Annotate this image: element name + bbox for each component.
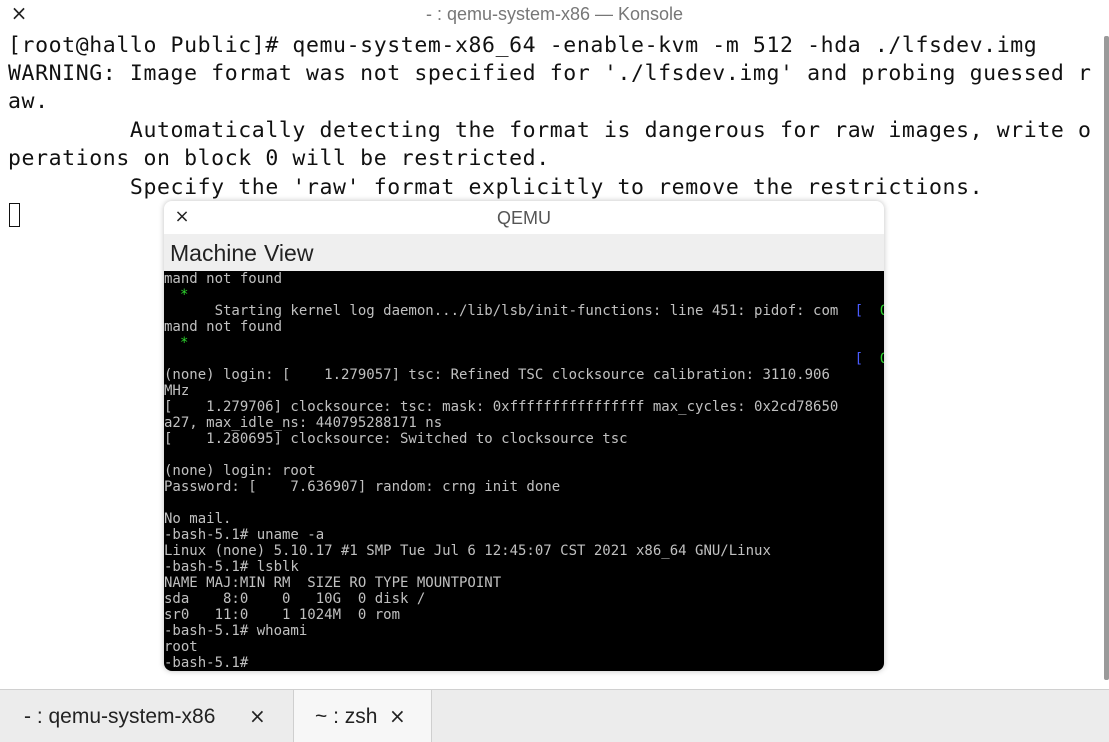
tab-close-icon[interactable]: × [249,704,266,728]
console-star: * [180,287,189,303]
console-line: sda 8:0 0 10G 0 disk / [164,591,426,607]
qemu-window-title: QEMU [497,208,551,228]
qemu-display[interactable]: mand not found * [ OK ] Starting kernel … [164,271,884,671]
scrollbar-thumb[interactable] [1104,36,1109,680]
qemu-titlebar: × QEMU [164,201,884,234]
console-line: -bash-5.1# [164,655,249,671]
tab-qemu[interactable]: - : qemu-system-x86 × [0,690,293,742]
terminal-cursor [9,203,20,227]
tab-label: - : qemu-system-x86 [24,705,216,728]
console-line: Password: [ 7.636907] random: crng init … [164,479,561,495]
console-line: -bash-5.1# uname -a [164,527,325,543]
menu-machine[interactable]: Machine [170,240,257,267]
terminal-line: Specify the 'raw' format explicitly to r… [8,175,984,200]
terminal-line: Automatically detecting the format is da… [8,118,1092,143]
console-line: No mail. [164,511,232,527]
console-line: [ 1.279706] clocksource: tsc: mask: 0xff… [164,399,839,415]
terminal-line: perations on block 0 will be restricted. [8,146,550,171]
console-line: mand not found [164,319,283,335]
window-title: - : qemu-system-x86 — Konsole [425,4,684,24]
terminal-line: WARNING: Image format was not specified … [8,61,1092,86]
console-line: -bash-5.1# lsblk [164,559,299,575]
console-star: * [180,335,189,351]
console-line: NAME MAJ:MIN RM SIZE RO TYPE MOUNTPOINT [164,575,502,591]
console-line: sr0 11:0 1 1024M 0 rom [164,607,401,623]
terminal-line: [root@hallo Public]# qemu-system-x86_64 … [8,33,1038,58]
terminal-line: aw. [8,89,49,114]
console-line: mand not found [164,271,283,287]
qemu-window[interactable]: × QEMU Machine View mand not found * [ O… [164,201,884,671]
konsole-titlebar: × - : qemu-system-x86 — Konsole [0,0,1109,28]
qemu-menubar: Machine View [164,234,884,271]
tab-close-icon[interactable]: × [389,704,406,728]
tab-bar: - : qemu-system-x86 × ~ : zsh × [0,689,1109,742]
console-line: root [164,639,198,655]
console-line: (none) login: [ 1.279057] tsc: Refined T… [164,367,830,383]
console-line: -bash-5.1# whoami [164,623,308,639]
tab-label: ~ : zsh [315,705,378,728]
console-line: Starting kernel log daemon.../lib/lsb/in… [164,303,839,319]
tab-zsh[interactable]: ~ : zsh × [293,690,432,742]
console-line: (none) login: root [164,463,316,479]
console-line: Linux (none) 5.10.17 #1 SMP Tue Jul 6 12… [164,543,771,559]
console-line: [ 1.280695] clocksource: Switched to clo… [164,431,628,447]
console-line: a27, max_idle_ns: 440795288171 ns [164,415,443,431]
console-line: MHz [164,383,190,399]
menu-view[interactable]: View [264,240,313,267]
